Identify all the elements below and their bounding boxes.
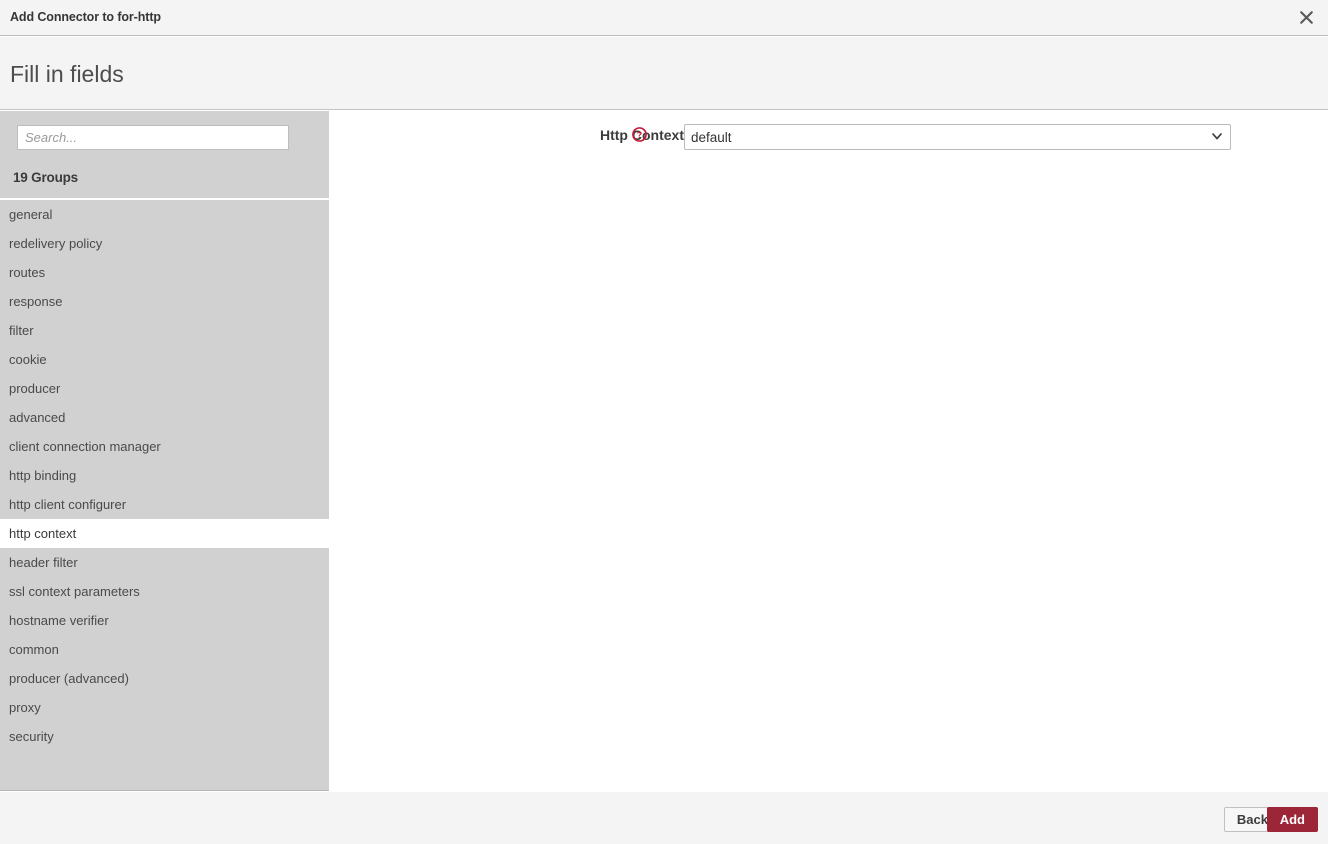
group-item-label: redelivery policy [9,236,103,251]
close-icon[interactable] [1284,0,1328,35]
group-item-label: general [9,207,53,222]
group-item-filter[interactable]: filter [0,316,329,345]
groups-count-label: 19 Groups [13,170,78,185]
search-field-wrapper [17,125,289,150]
group-item-client-connection-manager[interactable]: client connection manager [0,432,329,461]
help-circle-icon[interactable]: ? [632,127,647,142]
group-item-general[interactable]: general [0,200,329,229]
group-item-response[interactable]: response [0,287,329,316]
group-item-label: common [9,642,59,657]
group-item-ssl-context-parameters[interactable]: ssl context parameters [0,577,329,606]
group-item-http-context[interactable]: http context [0,519,329,548]
window-title: Add Connector to for-http [10,10,161,24]
field-control-http-context: default [684,124,1231,150]
group-item-label: hostname verifier [9,613,109,628]
group-item-label: producer [9,381,61,396]
group-item-hostname-verifier[interactable]: hostname verifier [0,606,329,635]
group-item-label: http binding [9,468,77,483]
group-item-label: routes [9,265,46,280]
group-item-label: advanced [9,410,66,425]
group-item-label: filter [9,323,34,338]
group-item-advanced[interactable]: advanced [0,403,329,432]
group-item-header-filter[interactable]: header filter [0,548,329,577]
window-titlebar: Add Connector to for-http [0,0,1328,36]
group-item-producer-advanced-[interactable]: producer (advanced) [0,664,329,693]
group-item-label: http context [9,526,77,541]
group-item-label: security [9,729,54,744]
group-item-label: ssl context parameters [9,584,140,599]
add-button[interactable]: Add [1266,807,1318,832]
group-item-label: producer (advanced) [9,671,129,686]
search-input[interactable] [17,125,289,150]
page-header: Fill in fields [0,37,1328,110]
group-item-label: cookie [9,352,47,367]
form-panel: Http Context ? default [329,111,1328,792]
http-context-select[interactable]: default [684,124,1231,150]
page-title: Fill in fields [10,61,124,87]
svg-text:?: ? [637,130,642,140]
group-item-cookie[interactable]: cookie [0,345,329,374]
group-item-common[interactable]: common [0,635,329,664]
group-item-http-binding[interactable]: http binding [0,461,329,490]
dialog-footer: Back Add [0,792,1328,844]
groups-sidebar: 19 Groups general redelivery policy routes… [0,111,329,791]
group-item-label: http client configurer [9,497,127,512]
group-item-routes[interactable]: routes [0,258,329,287]
group-item-label: client connection manager [9,439,161,454]
group-item-label: header filter [9,555,78,570]
group-item-producer[interactable]: producer [0,374,329,403]
group-item-label: proxy [9,700,41,715]
form-row-http-context: Http Context ? default [329,111,1328,163]
group-item-label: response [9,294,63,309]
group-item-security[interactable]: security [0,722,329,751]
group-item-redelivery-policy[interactable]: redelivery policy [0,229,329,258]
groups-list: general redelivery policy routes response fi… [0,200,329,751]
group-item-proxy[interactable]: proxy [0,693,329,722]
group-item-http-client-configurer[interactable]: http client configurer [0,490,329,519]
